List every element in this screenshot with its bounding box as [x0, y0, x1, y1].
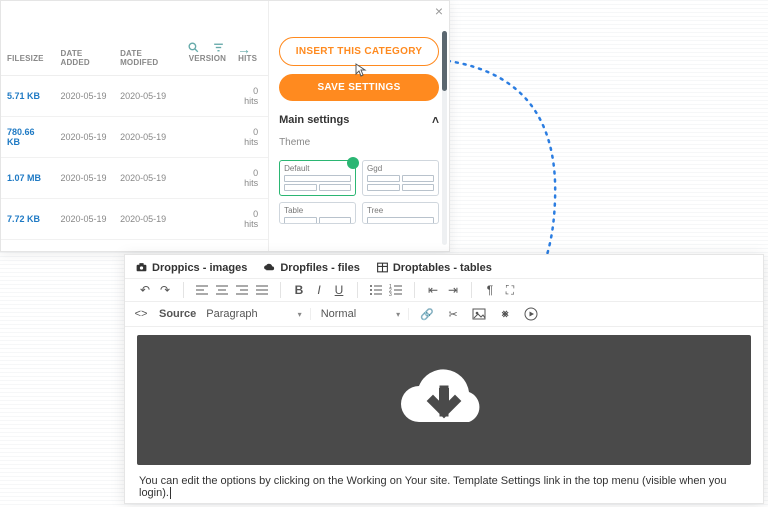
tab-droptables[interactable]: Droptables - tables: [376, 261, 492, 274]
list-toolbar: →: [187, 41, 251, 57]
cell-hits: 0 hits: [232, 76, 268, 117]
tab-label: Droptables - tables: [393, 262, 492, 274]
cell-size: 780.66 KB: [1, 117, 54, 158]
outdent-icon[interactable]: ⇤: [425, 282, 441, 298]
table-row[interactable]: 7.72 KB 2020-05-19 2020-05-19 0 hits: [1, 199, 268, 240]
redo-icon[interactable]: ↷: [157, 282, 173, 298]
paragraph-icon[interactable]: ¶: [482, 282, 498, 298]
cloud-download-icon: [389, 360, 499, 440]
fontset-value: Normal: [321, 308, 356, 320]
theme-name: Ggd: [367, 164, 434, 173]
image-icon[interactable]: [471, 306, 487, 322]
theme-tree[interactable]: Tree: [362, 202, 439, 224]
cell-added: 2020-05-19: [54, 158, 114, 199]
cell-hits: 0 hits: [232, 199, 268, 240]
check-icon: [347, 157, 359, 169]
align-left-icon[interactable]: [194, 282, 210, 298]
fontset-select[interactable]: Normal▾: [321, 308, 409, 320]
theme-name: Table: [284, 206, 351, 215]
cloud-icon: [263, 261, 276, 274]
insert-category-label: INSERT THIS CATEGORY: [296, 46, 423, 57]
insert-category-button[interactable]: INSERT THIS CATEGORY: [279, 37, 439, 66]
align-justify-icon[interactable]: [254, 282, 270, 298]
bullet-list-icon[interactable]: [368, 282, 384, 298]
theme-default[interactable]: Default: [279, 160, 356, 196]
tab-droppics[interactable]: Droppics - images: [135, 261, 247, 274]
indent-icon[interactable]: ⇥: [445, 282, 461, 298]
editor-text-content: You can edit the options by clicking on …: [139, 475, 726, 499]
cell-size: 7.72 KB: [1, 199, 54, 240]
cell-modified: 2020-05-19: [114, 158, 183, 199]
source-icon[interactable]: <>: [133, 306, 149, 322]
source-label[interactable]: Source: [159, 308, 196, 320]
main-settings-header[interactable]: Main settings ˄: [279, 113, 439, 127]
table-icon: [376, 261, 389, 274]
italic-icon[interactable]: I: [311, 282, 327, 298]
tab-label: Droppics - images: [152, 262, 247, 274]
file-list: FILESIZE DATE ADDED DATE MODIFED VERSION…: [1, 1, 268, 251]
format-select[interactable]: Paragraph▾: [206, 308, 310, 320]
cell-modified: 2020-05-19: [114, 117, 183, 158]
svg-text:3: 3: [389, 292, 392, 297]
cell-size: 1.07 MB: [1, 158, 54, 199]
arrow-right-icon[interactable]: →: [237, 41, 251, 57]
bold-icon[interactable]: B: [291, 282, 307, 298]
align-center-icon[interactable]: [214, 282, 230, 298]
cell-modified: 2020-05-19: [114, 199, 183, 240]
cell-added: 2020-05-19: [54, 199, 114, 240]
tab-label: Dropfiles - files: [280, 262, 359, 274]
settings-panel: INSERT THIS CATEGORY SAVE SETTINGS Main …: [268, 1, 449, 251]
camera-icon: [135, 261, 148, 274]
category-panel: × → FILESIZE DATE ADDED DATE MODIFED VER…: [0, 0, 450, 252]
theme-name: Default: [284, 164, 351, 173]
col-date-added[interactable]: DATE ADDED: [54, 41, 114, 76]
theme-table[interactable]: Table: [279, 202, 356, 224]
chevron-up-icon: ˄: [432, 113, 439, 127]
editor-plugin-tabs: Droppics - images Dropfiles - files Drop…: [125, 255, 763, 278]
theme-ggd[interactable]: Ggd: [362, 160, 439, 196]
text-caret: [170, 487, 171, 499]
search-icon[interactable]: [187, 41, 200, 57]
table-row[interactable]: 780.66 KB 2020-05-19 2020-05-19 0 hits: [1, 117, 268, 158]
cell-added: 2020-05-19: [54, 76, 114, 117]
tab-dropfiles[interactable]: Dropfiles - files: [263, 261, 359, 274]
col-filesize[interactable]: FILESIZE: [1, 41, 54, 76]
cell-version: [183, 117, 232, 158]
cell-hits: 0 hits: [232, 158, 268, 199]
hero-download-block[interactable]: [137, 335, 751, 465]
format-value: Paragraph: [206, 308, 257, 320]
undo-icon[interactable]: ↶: [137, 282, 153, 298]
editor-toolbar-1: ↶ ↷ B I U 123 ⇤ ⇥ ¶ ⛶: [125, 278, 763, 302]
media-icon[interactable]: [523, 306, 539, 322]
table-row[interactable]: 5.71 KB 2020-05-19 2020-05-19 0 hits: [1, 76, 268, 117]
filter-icon[interactable]: [212, 41, 225, 57]
editor-text[interactable]: You can edit the options by clicking on …: [137, 465, 751, 499]
col-date-modified[interactable]: DATE MODIFED: [114, 41, 183, 76]
theme-label: Theme: [279, 137, 439, 148]
cell-added: 2020-05-19: [54, 117, 114, 158]
cell-version: [183, 76, 232, 117]
main-settings-label: Main settings: [279, 114, 349, 126]
underline-icon[interactable]: U: [331, 282, 347, 298]
cursor-icon: [355, 63, 367, 80]
editor-panel: Droppics - images Dropfiles - files Drop…: [124, 254, 764, 504]
theme-name: Tree: [367, 206, 434, 215]
editor-toolbar-2: <> Source Paragraph▾ Normal▾ 🔗 ✂ ⨳: [125, 302, 763, 327]
unlink-icon[interactable]: ✂: [445, 306, 461, 322]
cell-hits: 0 hits: [232, 117, 268, 158]
theme-grid: Default Ggd Table Tree: [279, 160, 439, 224]
cell-size: 5.71 KB: [1, 76, 54, 117]
file-table: FILESIZE DATE ADDED DATE MODIFED VERSION…: [1, 41, 268, 240]
align-right-icon[interactable]: [234, 282, 250, 298]
cell-version: [183, 158, 232, 199]
link-icon[interactable]: 🔗: [419, 306, 435, 322]
cell-modified: 2020-05-19: [114, 76, 183, 117]
fullscreen-icon[interactable]: ⛶: [502, 282, 518, 298]
scrollbar[interactable]: [442, 31, 447, 245]
cell-version: [183, 199, 232, 240]
table-row[interactable]: 1.07 MB 2020-05-19 2020-05-19 0 hits: [1, 158, 268, 199]
editor-body[interactable]: You can edit the options by clicking on …: [125, 327, 763, 507]
insert-icon[interactable]: ⨳: [497, 306, 513, 322]
number-list-icon[interactable]: 123: [388, 282, 404, 298]
